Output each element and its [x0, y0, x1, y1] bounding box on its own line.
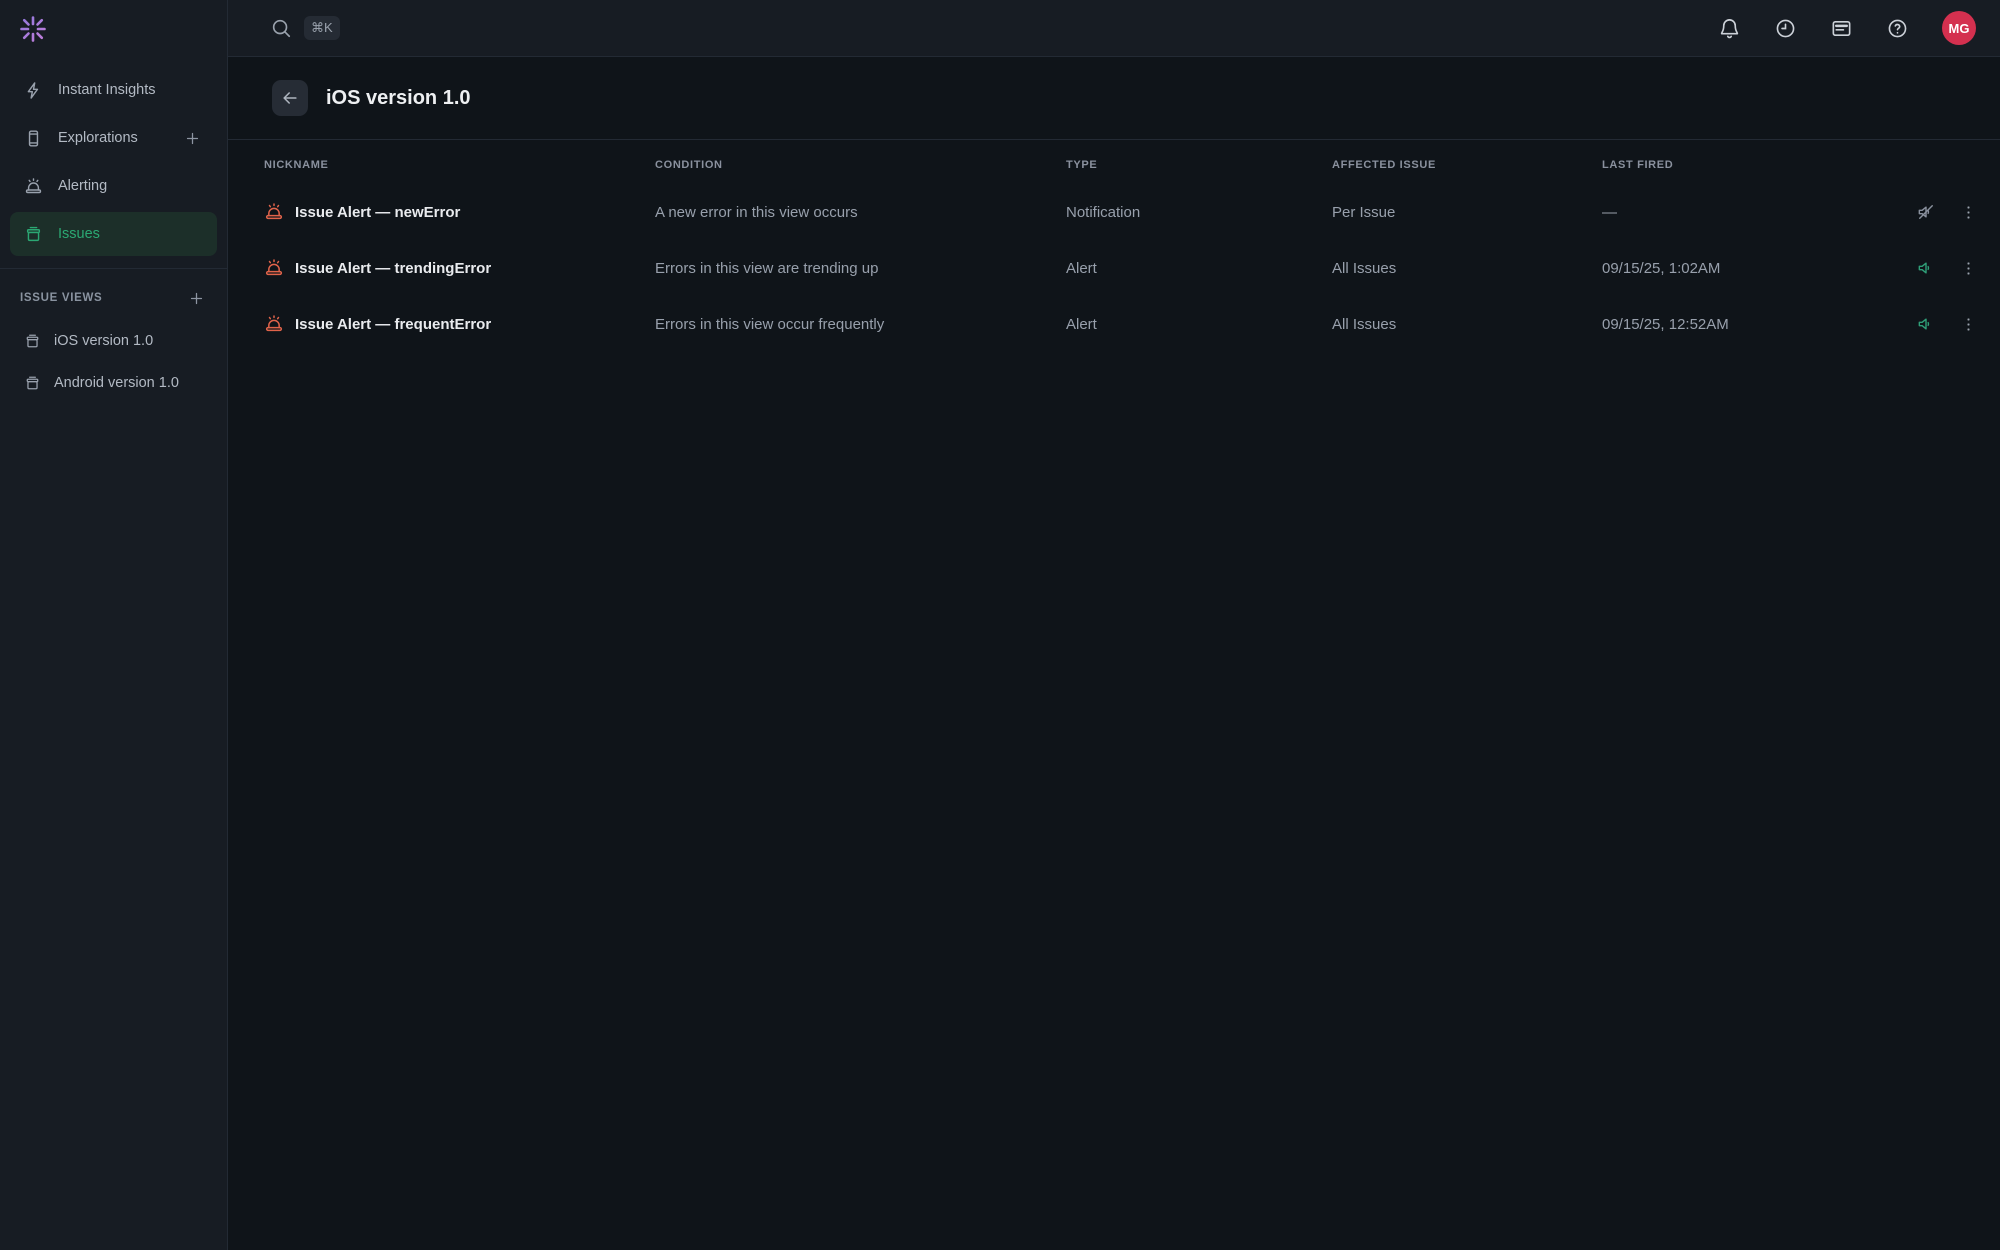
alert-nickname[interactable]: Issue Alert — trendingError	[295, 260, 491, 277]
plus-icon	[188, 290, 205, 307]
changelog-card-icon	[1830, 17, 1853, 40]
alert-last-fired: 09/15/25, 1:02AM	[1602, 260, 1904, 277]
issues-box-icon	[24, 375, 41, 392]
sidebar-item-instant-insights[interactable]: Instant Insights	[10, 68, 217, 112]
search-input[interactable]: ⌘K	[270, 16, 340, 40]
sidebar-nav: Instant Insights Explorations Alerting I…	[0, 68, 227, 256]
alarm-icon	[24, 177, 43, 196]
table-row[interactable]: Issue Alert — trendingError Errors in th…	[264, 240, 1988, 296]
page-title: iOS version 1.0	[326, 87, 471, 110]
alert-nickname[interactable]: Issue Alert — newError	[295, 204, 460, 221]
sidebar-item-alerting[interactable]: Alerting	[10, 164, 217, 208]
column-header-last-fired: Last Fired	[1602, 159, 1904, 171]
alerts-table: Nickname Condition Type Affected Issue L…	[228, 140, 2000, 352]
muted-speaker-icon[interactable]	[1904, 202, 1948, 222]
help-icon	[1886, 17, 1909, 40]
row-menu-button[interactable]	[1960, 204, 1977, 221]
sidebar-item-label: Instant Insights	[58, 82, 203, 98]
issue-views-title: ISSUE VIEWS	[20, 292, 102, 304]
alert-siren-icon	[264, 202, 284, 222]
user-avatar[interactable]: MG	[1942, 11, 1976, 45]
sidebar-item-label: Android version 1.0	[54, 375, 179, 391]
sidebar-item-android-version[interactable]: Android version 1.0	[10, 363, 217, 403]
topbar-actions: MG	[1718, 11, 1976, 45]
page-header: iOS version 1.0	[228, 57, 2000, 140]
add-issue-view-button[interactable]	[185, 287, 207, 309]
alert-nickname[interactable]: Issue Alert — frequentError	[295, 316, 491, 333]
alert-condition: Errors in this view occur frequently	[655, 316, 1066, 333]
table-header: Nickname Condition Type Affected Issue L…	[264, 140, 1988, 184]
column-header-nickname: Nickname	[264, 159, 655, 171]
search-shortcut-badge: ⌘K	[304, 16, 340, 40]
kebab-menu-icon	[1960, 204, 1977, 221]
sidebar-item-label: Issues	[58, 226, 203, 242]
sidebar-item-ios-version[interactable]: iOS version 1.0	[10, 321, 217, 361]
kebab-menu-icon	[1960, 260, 1977, 277]
table-row[interactable]: Issue Alert — frequentError Errors in th…	[264, 296, 1988, 352]
device-icon	[24, 129, 43, 148]
sidebar-item-explorations[interactable]: Explorations	[10, 116, 217, 160]
alert-last-fired: 09/15/25, 12:52AM	[1602, 316, 1904, 333]
topbar: ⌘K MG	[228, 0, 2000, 57]
issue-views-section-header: ISSUE VIEWS	[0, 269, 227, 317]
kebab-menu-icon	[1960, 316, 1977, 333]
alert-affected-issue: Per Issue	[1332, 204, 1602, 221]
alert-last-fired: —	[1602, 204, 1904, 221]
arrow-left-icon	[280, 88, 300, 108]
clock-icon	[1774, 17, 1797, 40]
alert-siren-icon	[264, 258, 284, 278]
column-header-type: Type	[1066, 159, 1332, 171]
sidebar-item-label: Explorations	[58, 130, 166, 146]
sidebar-item-label: Alerting	[58, 178, 203, 194]
sidebar-item-label: iOS version 1.0	[54, 333, 153, 349]
alert-affected-issue: All Issues	[1332, 260, 1602, 277]
table-row[interactable]: Issue Alert — newError A new error in th…	[264, 184, 1988, 240]
alert-affected-issue: All Issues	[1332, 316, 1602, 333]
help-button[interactable]	[1886, 17, 1909, 40]
speaker-icon[interactable]	[1904, 314, 1948, 334]
history-button[interactable]	[1774, 17, 1797, 40]
column-header-condition: Condition	[655, 159, 1066, 171]
main-area: ⌘K MG iOS version 1.0 Nickname	[228, 0, 2000, 1250]
speaker-icon[interactable]	[1904, 258, 1948, 278]
issue-views-list: iOS version 1.0 Android version 1.0	[0, 317, 227, 407]
changelog-button[interactable]	[1830, 17, 1853, 40]
alert-condition: A new error in this view occurs	[655, 204, 1066, 221]
sidebar-item-issues[interactable]: Issues	[10, 212, 217, 256]
plus-icon	[184, 130, 201, 147]
sidebar: Instant Insights Explorations Alerting I…	[0, 0, 228, 1250]
alert-type: Alert	[1066, 260, 1332, 277]
app-logo[interactable]	[0, 0, 227, 54]
starburst-logo-icon	[18, 14, 48, 44]
bell-icon	[1718, 17, 1741, 40]
alert-type: Notification	[1066, 204, 1332, 221]
issues-box-icon	[24, 333, 41, 350]
back-button[interactable]	[272, 80, 308, 116]
alert-type: Alert	[1066, 316, 1332, 333]
alert-siren-icon	[264, 314, 284, 334]
notifications-button[interactable]	[1718, 17, 1741, 40]
search-icon	[270, 17, 292, 39]
row-menu-button[interactable]	[1960, 316, 1977, 333]
column-header-affected-issue: Affected Issue	[1332, 159, 1602, 171]
issues-box-icon	[24, 225, 43, 244]
alert-condition: Errors in this view are trending up	[655, 260, 1066, 277]
lightning-icon	[24, 81, 43, 100]
row-menu-button[interactable]	[1960, 260, 1977, 277]
add-exploration-button[interactable]	[181, 127, 203, 149]
